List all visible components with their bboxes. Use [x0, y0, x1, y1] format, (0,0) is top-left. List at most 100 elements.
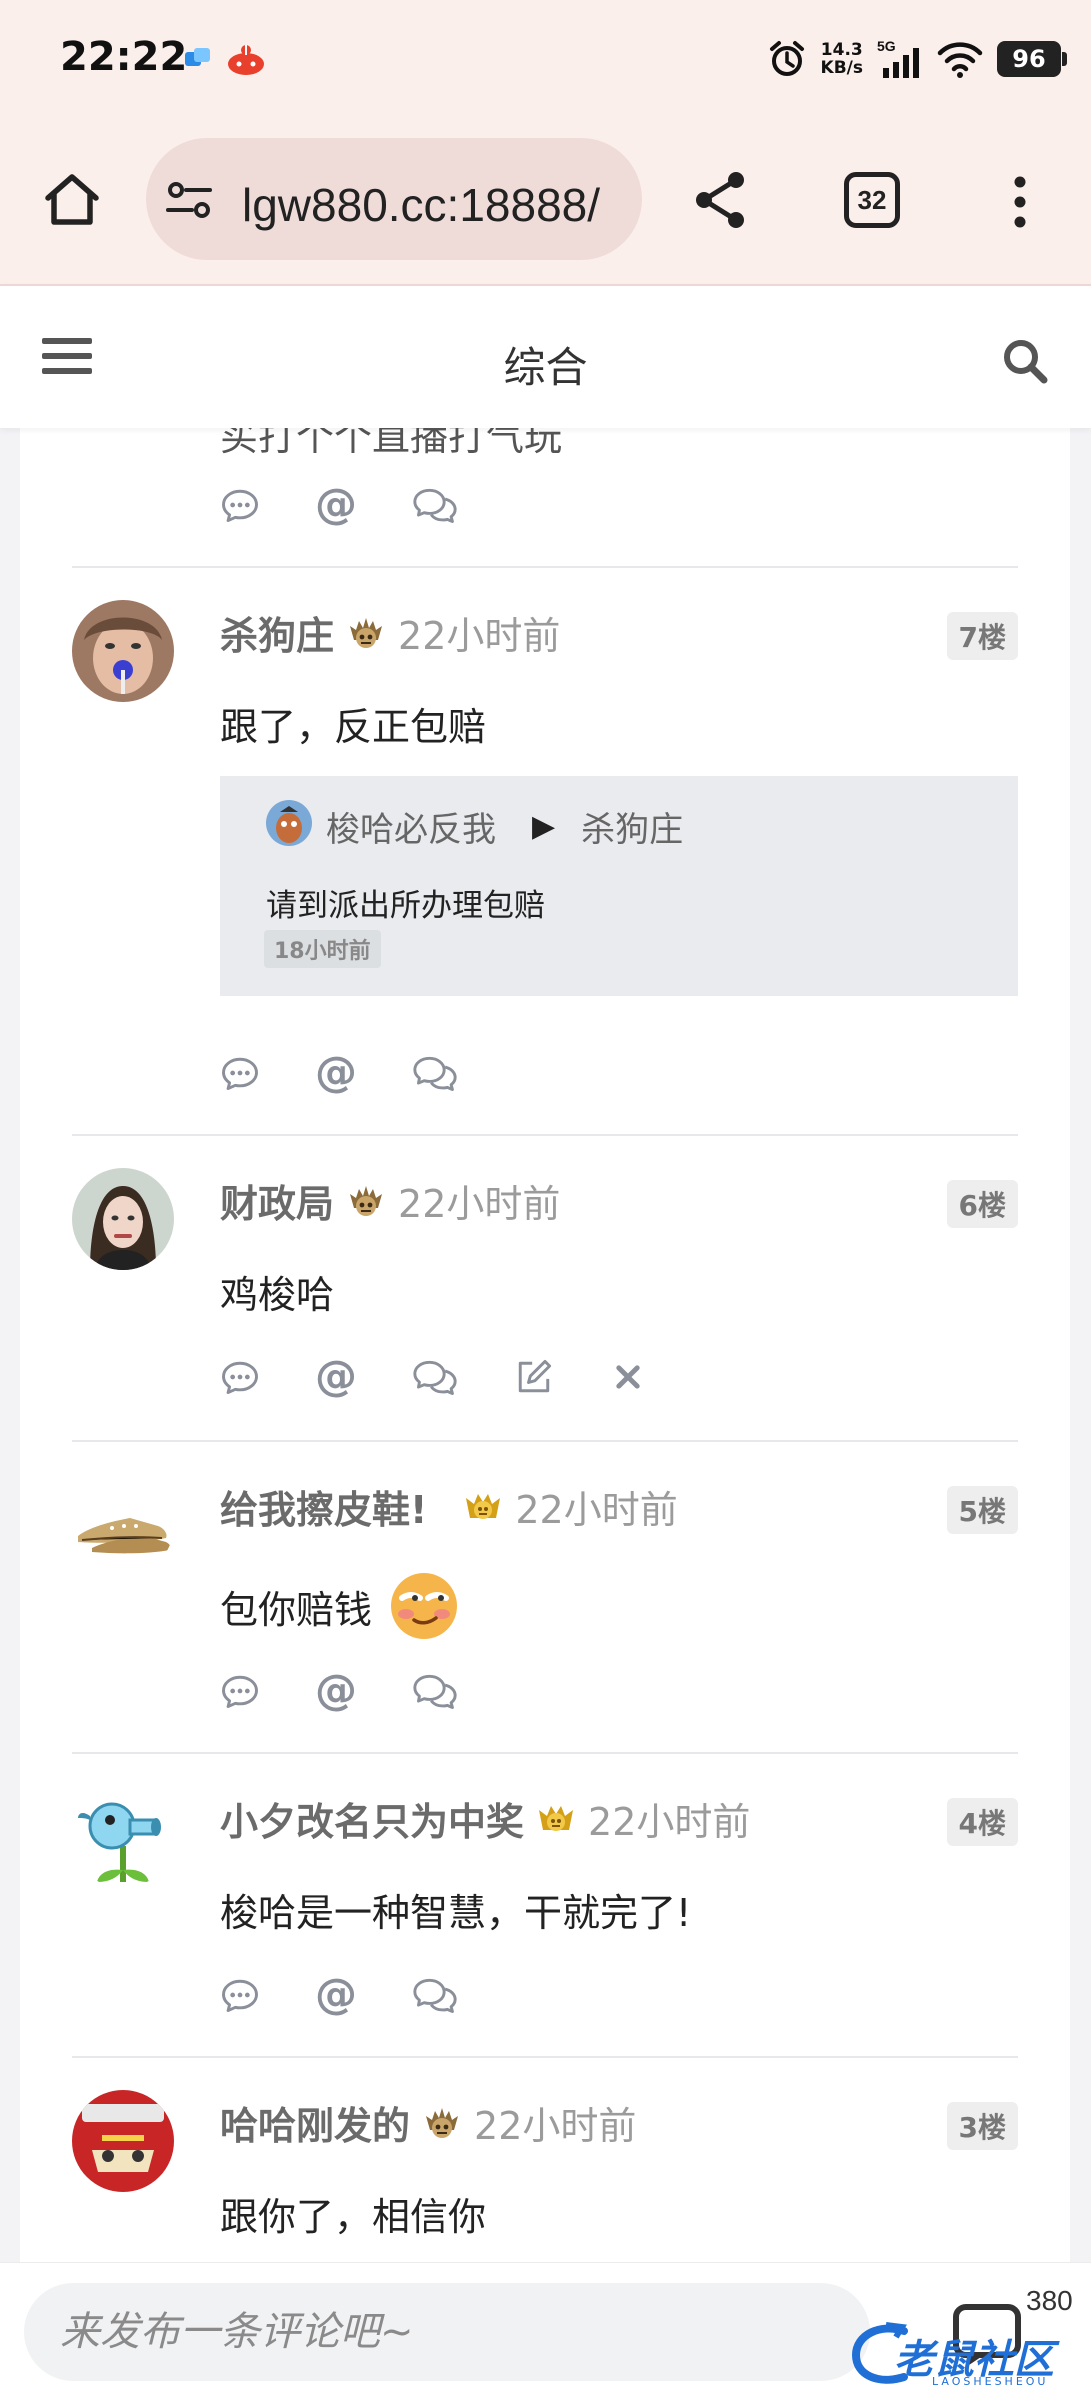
- svg-text:@: @: [315, 1669, 357, 1713]
- delete-icon[interactable]: [608, 1357, 648, 1397]
- net-speed-value: 14.3: [820, 40, 863, 60]
- username[interactable]: 哈哈刚发的: [220, 2095, 410, 2150]
- status-bar: 22:22 14.3 KB/s 5G 96: [0, 0, 1091, 120]
- level-badge-icon: [422, 2102, 462, 2142]
- timestamp: 22小时前: [474, 2103, 637, 2148]
- level-badge-icon: [536, 1798, 576, 1838]
- floor-badge: 3楼: [946, 2102, 1018, 2150]
- chat-icon[interactable]: [410, 1973, 460, 2017]
- net-speed: 14.3 KB/s: [821, 41, 863, 77]
- comment-icon[interactable]: [218, 1051, 262, 1095]
- comment-actions: @: [218, 1970, 460, 2020]
- username[interactable]: 杀狗庄: [220, 605, 334, 660]
- reply-arrow-icon: ▶: [532, 809, 556, 844]
- svg-text:@: @: [315, 483, 357, 527]
- quote-author[interactable]: 梭哈必反我: [326, 802, 496, 851]
- chat-icon[interactable]: [410, 1051, 460, 1095]
- mention-icon[interactable]: @: [314, 483, 358, 527]
- quote-header: 梭哈必反我 ▶ 杀狗庄: [326, 802, 683, 851]
- floor-badge: 5楼: [946, 1486, 1018, 1534]
- share-icon[interactable]: [690, 168, 754, 232]
- mention-icon[interactable]: @: [314, 1973, 358, 2017]
- comment-item: 杀狗庄 22小时前 7楼 跟了，反正包赔 梭哈必反我 ▶ 杀狗庄 请到派出所办理…: [72, 600, 1018, 996]
- comment-actions: @: [218, 480, 460, 530]
- comment-header: 哈哈刚发的 22小时前: [220, 2094, 636, 2150]
- avatar[interactable]: [72, 1786, 174, 1888]
- reply-quote[interactable]: 梭哈必反我 ▶ 杀狗庄 请到派出所办理包赔 18小时前: [220, 776, 1018, 996]
- wifi-icon: [937, 42, 983, 78]
- chat-icon[interactable]: [410, 483, 460, 527]
- status-time: 22:22: [60, 34, 188, 80]
- network-type: 5G: [877, 38, 896, 54]
- level-badge-icon: [346, 1180, 386, 1220]
- quote-reply-to[interactable]: 杀狗庄: [581, 802, 683, 851]
- site-watermark-logo: 老鼠社区 LAOSHESHEOU: [850, 2321, 1080, 2391]
- mention-icon[interactable]: @: [314, 1051, 358, 1095]
- comment-count: 380: [1026, 2285, 1073, 2316]
- url-text: lgw880.cc:18888/: [242, 179, 601, 231]
- watermark-subtext: LAOSHESHEOU: [932, 2375, 1049, 2388]
- divider: [72, 1134, 1018, 1136]
- partial-comment-text: 买打个个直播打气玩: [220, 428, 563, 459]
- chat-icon[interactable]: [410, 1355, 460, 1399]
- username[interactable]: 给我擦皮鞋!: [220, 1479, 427, 1534]
- svg-text:@: @: [315, 1973, 357, 2017]
- comment-compose-bar: 380 老鼠社区 LAOSHESHEOU: [0, 2262, 1091, 2400]
- app-notification-icon: [185, 48, 210, 66]
- mention-icon[interactable]: @: [314, 1355, 358, 1399]
- comment-icon[interactable]: [218, 483, 262, 527]
- alarm-icon: [769, 41, 804, 76]
- avatar[interactable]: [72, 600, 174, 702]
- comment-list: 买打个个直播打气玩 @ 杀狗庄 22小时前 7楼 跟了，反正包赔 梭哈必反我 ▶…: [20, 428, 1070, 2270]
- divider: [72, 1752, 1018, 1754]
- comment-body: 梭哈是一种智慧，干就完了!: [220, 1891, 692, 1935]
- avatar[interactable]: [72, 2090, 174, 2192]
- divider: [72, 566, 1018, 568]
- comment-icon[interactable]: [218, 1973, 262, 2017]
- comment-body: 鸡梭哈: [220, 1273, 335, 1317]
- comment-item: 哈哈刚发的 22小时前 3楼 跟你了，相信你: [72, 2090, 1018, 2250]
- comment-icon[interactable]: [218, 1669, 262, 1713]
- cellular-signal-icon: 5G: [877, 38, 919, 78]
- avatar[interactable]: [72, 1168, 174, 1270]
- divider: [72, 2056, 1018, 2058]
- comment-item: 小夕改名只为中奖 22小时前 4楼 梭哈是一种智慧，干就完了!: [72, 1786, 1018, 1936]
- svg-text:@: @: [315, 1355, 357, 1399]
- mention-icon[interactable]: @: [314, 1669, 358, 1713]
- comment-body: 跟了，反正包赔: [220, 705, 487, 749]
- quote-body: 请到派出所办理包赔: [266, 888, 545, 924]
- chat-icon[interactable]: [410, 1669, 460, 1713]
- comment-actions: @: [218, 1666, 460, 1716]
- tune-icon[interactable]: [166, 178, 212, 222]
- username[interactable]: 小夕改名只为中奖: [220, 1791, 524, 1846]
- net-speed-unit: KB/s: [820, 58, 863, 78]
- comment-item: 财政局 22小时前 6楼 鸡梭哈: [72, 1168, 1018, 1318]
- comment-icon[interactable]: [218, 1355, 262, 1399]
- divider: [72, 1440, 1018, 1442]
- username[interactable]: 财政局: [220, 1173, 334, 1228]
- timestamp: 22小时前: [398, 1181, 561, 1226]
- quote-timestamp: 18小时前: [264, 930, 381, 968]
- comment-item: 给我擦皮鞋! 22小时前 5楼 包你赔钱: [72, 1474, 1018, 1639]
- edit-icon[interactable]: [512, 1355, 556, 1399]
- page-title: 综合: [503, 343, 588, 392]
- tab-switcher-button[interactable]: 32: [844, 172, 900, 228]
- site-header: 综合: [0, 286, 1091, 428]
- timestamp: 22小时前: [515, 1487, 678, 1532]
- level-badge-icon: [346, 612, 386, 652]
- timestamp: 22小时前: [398, 613, 561, 658]
- smirk-emoji-icon: [391, 1573, 458, 1639]
- comment-actions: @: [218, 1352, 648, 1402]
- timestamp: 22小时前: [588, 1799, 751, 1844]
- more-icon[interactable]: [1000, 172, 1040, 232]
- home-icon[interactable]: [40, 168, 104, 232]
- avatar[interactable]: [72, 1474, 174, 1576]
- search-icon[interactable]: [1000, 336, 1050, 386]
- battery-indicator: 96: [997, 41, 1067, 77]
- address-bar[interactable]: lgw880.cc:18888/: [146, 138, 642, 260]
- comment-actions: @: [218, 1048, 460, 1098]
- comment-input[interactable]: [24, 2283, 870, 2381]
- comment-body: 包你赔钱: [220, 1570, 460, 1642]
- comment-body: 跟你了，相信你: [220, 2195, 487, 2239]
- level-badge-icon: [463, 1486, 503, 1526]
